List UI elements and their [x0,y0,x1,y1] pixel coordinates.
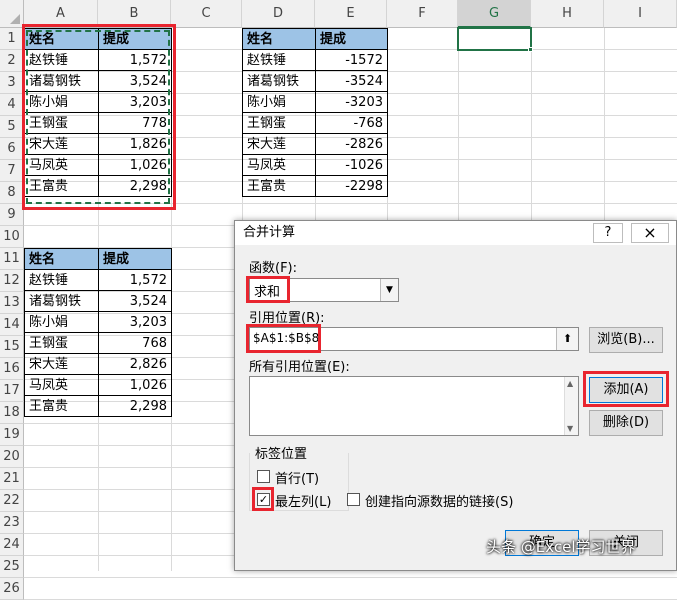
cell-name[interactable]: 马凤英 [242,154,316,176]
cell-name[interactable]: 宋大莲 [242,133,316,155]
cell-commission[interactable]: 3,524 [98,290,172,312]
row-header-9[interactable]: 9 [0,204,24,226]
row-header-3[interactable]: 3 [0,72,24,94]
function-label: 函数(F): [249,261,298,276]
create-links-label: 创建指向源数据的链接(S) [365,495,514,510]
all-references-label: 所有引用位置(E): [249,360,350,375]
cell-commission[interactable]: -768 [315,112,388,134]
chevron-down-icon[interactable]: ▼ [380,279,398,301]
cell-name[interactable]: 王富贵 [242,175,316,197]
column-header-d[interactable]: D [242,0,315,28]
row-header-12[interactable]: 12 [0,270,24,292]
collapse-dialog-icon[interactable]: ⬆ [556,328,578,350]
row-header-17[interactable]: 17 [0,380,24,402]
header-name[interactable]: 姓名 [242,28,316,50]
help-button[interactable]: ? [593,223,623,243]
row-header-1[interactable]: 1 [0,28,24,50]
row-header-21[interactable]: 21 [0,468,24,490]
column-header-i[interactable]: I [604,0,677,28]
row-header-18[interactable]: 18 [0,402,24,424]
cell-name[interactable]: 诸葛钢铁 [242,70,316,92]
row-header-6[interactable]: 6 [0,138,24,160]
cell-commission[interactable]: 2,298 [98,395,172,417]
row-header-14[interactable]: 14 [0,314,24,336]
row-header-15[interactable]: 15 [0,336,24,358]
row-header-7[interactable]: 7 [0,160,24,182]
cell-commission[interactable]: 1,026 [98,374,172,396]
cell-name[interactable]: 马凤英 [24,374,99,396]
row-header-2[interactable]: 2 [0,50,24,72]
left-column-highlight [252,487,274,511]
cell-commission[interactable]: -1026 [315,154,388,176]
column-header-h[interactable]: H [531,0,604,28]
close-icon[interactable]: × [631,223,669,243]
row-header-25[interactable]: 25 [0,556,24,578]
row-header-26[interactable]: 26 [0,578,24,600]
header-commission[interactable]: 提成 [315,28,388,50]
cell-commission[interactable]: -3203 [315,91,388,113]
column-header-f[interactable]: F [387,0,458,28]
row-header-5[interactable]: 5 [0,116,24,138]
cell-name[interactable]: 王钢蛋 [24,332,99,354]
all-references-list[interactable]: ▲ ▼ [249,376,579,436]
select-all-corner[interactable] [0,0,24,28]
cell-commission[interactable]: 2,826 [98,353,172,375]
row-header-16[interactable]: 16 [0,358,24,380]
left-column-label: 最左列(L) [275,495,332,510]
top-row-checkbox[interactable] [257,470,270,483]
row-header-13[interactable]: 13 [0,292,24,314]
cell-commission[interactable]: 768 [98,332,172,354]
consolidate-dialog: 合并计算 ? × 函数(F): 求和 ▼ 引用位置(R): $A$1:$B$8 … [234,220,677,571]
header-name[interactable]: 姓名 [24,248,99,270]
cell-name[interactable]: 陈小娟 [242,91,316,113]
scroll-up-icon[interactable]: ▲ [567,379,573,388]
cell-commission[interactable]: -1572 [315,49,388,71]
cell-commission[interactable]: 1,572 [98,269,172,291]
cell-commission[interactable]: -2826 [315,133,388,155]
cell-commission[interactable]: -2298 [315,175,388,197]
cell-name[interactable]: 陈小娟 [24,311,99,333]
top-row-label: 首行(T) [275,472,320,487]
scroll-down-icon[interactable]: ▼ [567,424,573,433]
source-range-highlight [22,24,176,210]
cell-name[interactable]: 宋大莲 [24,353,99,375]
function-highlight [246,276,290,303]
cell-commission[interactable]: -3524 [315,70,388,92]
header-commission[interactable]: 提成 [98,248,172,270]
cell-commission[interactable]: 3,203 [98,311,172,333]
row-header-8[interactable]: 8 [0,182,24,204]
create-links-checkbox[interactable] [347,493,360,506]
column-header-c[interactable]: C [171,0,242,28]
row-header-24[interactable]: 24 [0,534,24,556]
cell-name[interactable]: 王富贵 [24,395,99,417]
cell-name[interactable]: 诸葛钢铁 [24,290,99,312]
row-header-11[interactable]: 11 [0,248,24,270]
column-header-g[interactable]: G [458,0,531,28]
active-cell-g1[interactable] [457,27,532,51]
reference-highlight [246,324,321,353]
column-header-e[interactable]: E [315,0,387,28]
watermark: 头条 @Excel学习世界 [486,538,636,556]
row-header-10[interactable]: 10 [0,226,24,248]
cell-name[interactable]: 王钢蛋 [242,112,316,134]
list-scrollbar[interactable]: ▲ ▼ [564,377,578,435]
row-header-20[interactable]: 20 [0,446,24,468]
delete-button[interactable]: 删除(D) [589,410,663,436]
row-header-4[interactable]: 4 [0,94,24,116]
cell-name[interactable]: 赵铁锤 [242,49,316,71]
browse-button[interactable]: 浏览(B)... [589,327,663,353]
row-header-22[interactable]: 22 [0,490,24,512]
row-header-19[interactable]: 19 [0,424,24,446]
cell-name[interactable]: 赵铁锤 [24,269,99,291]
row-header-23[interactable]: 23 [0,512,24,534]
add-highlight [583,371,669,407]
